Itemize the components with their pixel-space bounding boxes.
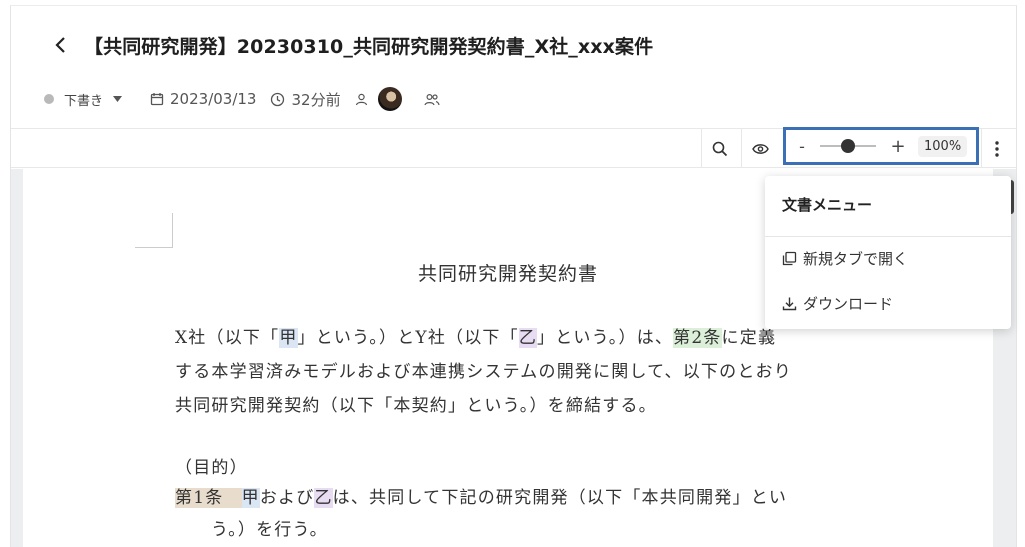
text-segment: は、共同して下記の研究開発（以下「本共同開発」とい (332, 488, 788, 508)
menu-title: 文書メニュー (782, 196, 873, 214)
caret-down-icon (113, 96, 123, 102)
chevron-left-icon (55, 37, 65, 53)
party-a-highlight[interactable]: 甲 (279, 328, 298, 348)
meta-row: 下書き 2023/03/13 32分前 (44, 86, 460, 112)
menu-divider (765, 236, 1011, 237)
search-icon (712, 141, 728, 157)
article-highlight[interactable]: 第1条 (175, 488, 242, 508)
section-heading: （目的） (175, 458, 248, 478)
article-ref-highlight[interactable]: 第2条 (673, 328, 722, 348)
back-button[interactable] (46, 30, 76, 60)
menu-item-download[interactable]: ダウンロード (782, 293, 893, 314)
page-title: 【共同研究開発】20230310_共同研究開発契約書_X社_xxx案件 (84, 35, 654, 58)
status-dot (44, 94, 54, 104)
text-segment: に定義 (721, 328, 777, 348)
party-a-highlight[interactable]: 甲 (241, 488, 260, 508)
menu-item-open-new-tab[interactable]: 新規タブで開く (782, 248, 908, 269)
new-tab-icon (782, 251, 797, 266)
preamble-line-2: する本学習済みモデルおよび本連携システムの開発に関して、以下のとおり (175, 362, 792, 382)
menu-item-label: 新規タブで開く (803, 250, 909, 268)
clock-icon (271, 92, 285, 106)
toolbar-divider (981, 129, 982, 167)
article-1-line-1: 第1条 甲および乙は、共同して下記の研究開発（以下「本共同開発」とい (175, 481, 787, 515)
zoom-value: 100% (918, 135, 968, 157)
document-heading: 共同研究開発契約書 (418, 263, 599, 285)
avatar[interactable] (377, 87, 402, 111)
status-dropdown[interactable]: 下書き (44, 90, 150, 109)
text-segment: および (259, 488, 315, 508)
people-icon (423, 93, 440, 105)
date-text: 2023/03/13 (170, 90, 257, 108)
zoom-in-button[interactable]: + (886, 136, 910, 157)
download-icon (782, 297, 797, 311)
zoom-control: - + 100% (783, 127, 979, 165)
more-menu-button[interactable] (986, 138, 1008, 160)
owner-item[interactable] (355, 93, 374, 106)
zoom-slider-handle[interactable] (841, 139, 855, 153)
toolbar-divider (741, 129, 742, 167)
margin-marker (172, 213, 173, 248)
updated-item: 32分前 (270, 89, 341, 110)
article-1-line-2: う。）を行う。 (211, 520, 328, 540)
title-row: 【共同研究開発】20230310_共同研究開発契約書_X社_xxx案件 (46, 30, 653, 60)
text-segment: 」という。）は、 (537, 328, 674, 348)
text-segment: 」という。）とY社（以下「 (297, 328, 519, 348)
preview-button[interactable] (749, 138, 771, 160)
toolbar-divider (701, 129, 702, 167)
article-number: 第1条 (175, 488, 224, 508)
party-b-highlight[interactable]: 乙 (314, 488, 333, 508)
menu-item-label: ダウンロード (803, 295, 894, 313)
eye-icon (751, 144, 769, 154)
document-menu: 文書メニュー 新規タブで開く ダウンロード (765, 176, 1011, 329)
preamble-line-3: 共同研究開発契約（以下「本契約」という。）を締結する。 (175, 396, 657, 416)
person-icon (355, 93, 367, 105)
search-button[interactable] (709, 138, 731, 160)
more-vertical-icon (995, 141, 999, 157)
toolbar: - + 100% (11, 127, 1016, 168)
date-item[interactable]: 2023/03/13 (150, 90, 256, 108)
members-item[interactable] (423, 93, 446, 106)
text-segment: X社（以下「 (175, 328, 280, 348)
party-b-highlight[interactable]: 乙 (518, 328, 538, 348)
calendar-icon (150, 93, 164, 106)
zoom-slider[interactable] (820, 136, 876, 156)
zoom-out-button[interactable]: - (790, 137, 814, 156)
updated-text: 32分前 (291, 90, 341, 109)
margin-marker (135, 247, 173, 248)
preamble-line-1: X社（以下「甲」という。）とY社（以下「乙」という。）は、第2条に定義 (175, 321, 776, 355)
status-label: 下書き (64, 93, 104, 109)
